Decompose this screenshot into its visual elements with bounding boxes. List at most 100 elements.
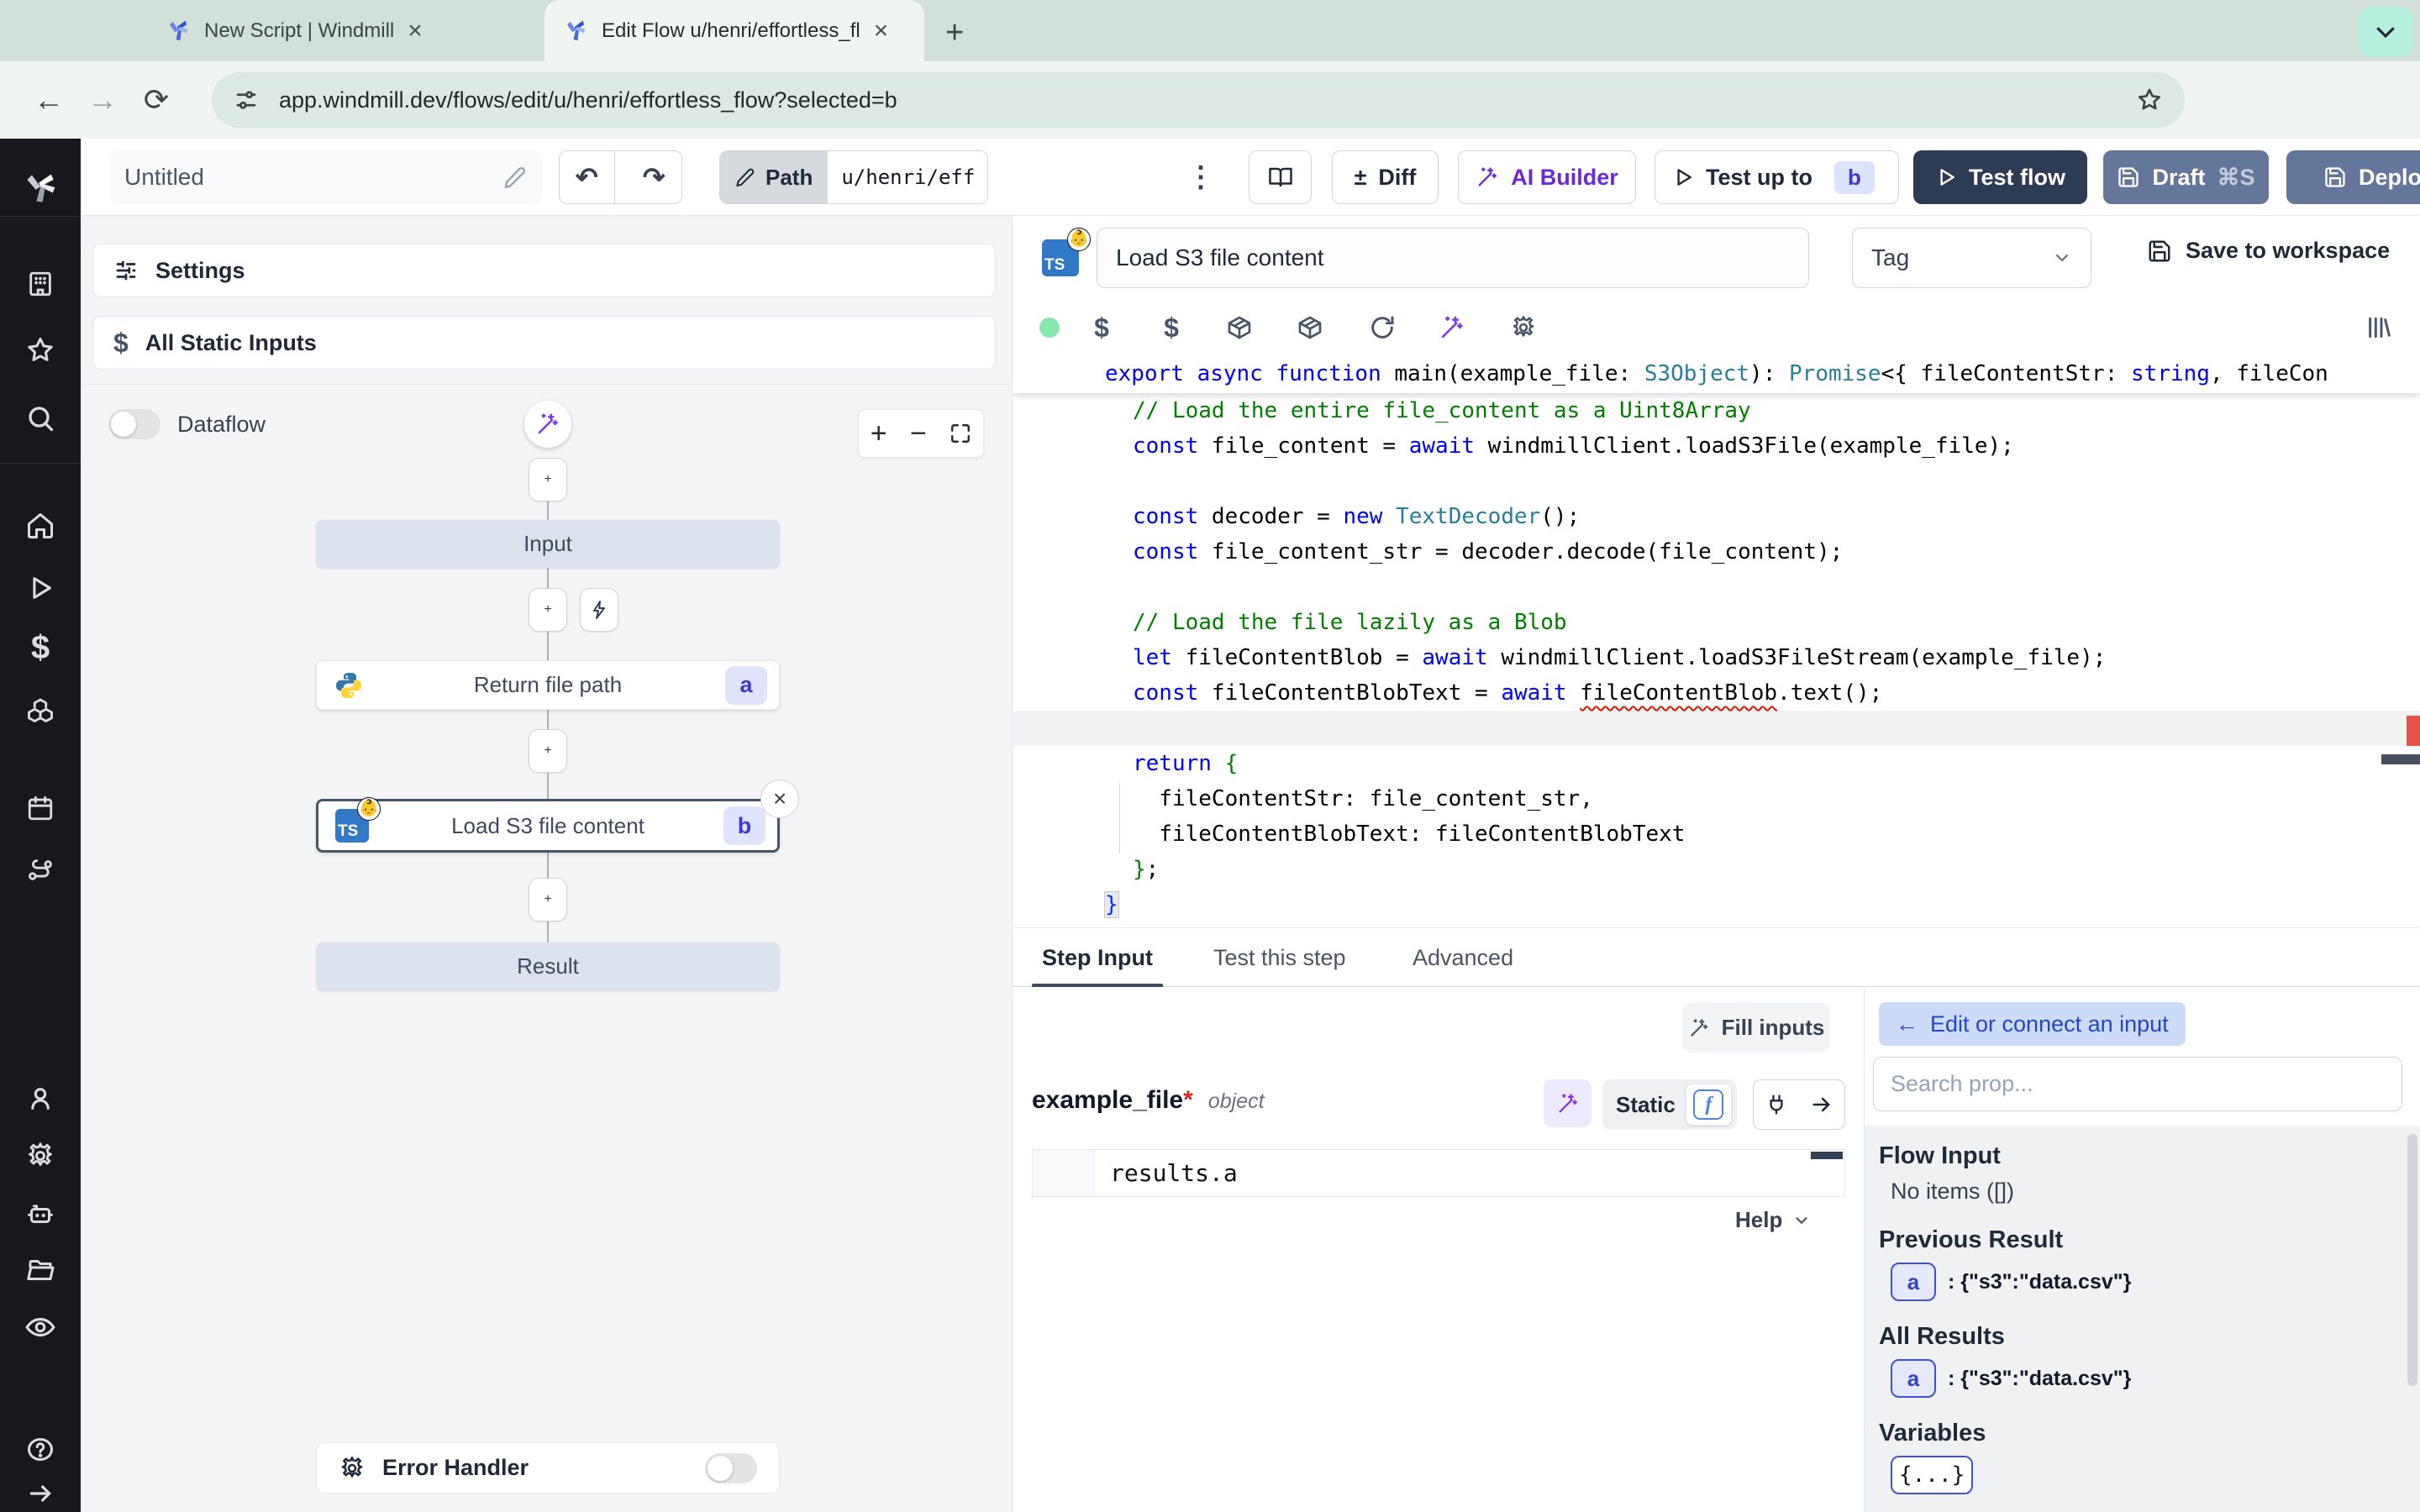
flow-name-input[interactable]: Untitled bbox=[109, 150, 542, 204]
add-step-button[interactable]: + bbox=[529, 878, 567, 921]
package-icon[interactable] bbox=[1218, 307, 1260, 348]
ai-fill-field-button[interactable] bbox=[1544, 1079, 1591, 1127]
tab-test-this-step[interactable]: Test this step bbox=[1213, 928, 1346, 987]
graph-node-b-selected[interactable]: TS👶 Load S3 file content b bbox=[316, 799, 780, 853]
result-key-pill[interactable]: a bbox=[1891, 1359, 1936, 1398]
tab-close-icon[interactable]: × bbox=[874, 17, 889, 45]
library-icon[interactable] bbox=[2357, 307, 2399, 348]
graph-node-input[interactable]: Input bbox=[316, 520, 780, 568]
users-person-icon[interactable] bbox=[0, 1079, 81, 1119]
zoom-out-button[interactable]: − bbox=[910, 417, 927, 450]
chevron-down-icon bbox=[2373, 19, 2398, 45]
flow-name-value: Untitled bbox=[124, 164, 204, 191]
draft-button[interactable]: Draft ⌘S bbox=[2103, 150, 2269, 204]
add-step-button[interactable]: + bbox=[529, 458, 567, 501]
tab-close-icon[interactable]: × bbox=[408, 17, 423, 45]
test-up-to-button[interactable]: Test up to b bbox=[1655, 150, 1899, 204]
variables-icon[interactable]: $ bbox=[0, 627, 81, 668]
redo-button[interactable]: ↷ bbox=[627, 151, 681, 203]
gear-icon[interactable] bbox=[1502, 307, 1544, 348]
connect-input-sidebar: ← Edit or connect an input Search prop..… bbox=[1864, 987, 2420, 1512]
sidebar-item-workspace[interactable] bbox=[0, 264, 81, 304]
fill-inputs-button[interactable]: Fill inputs bbox=[1682, 1003, 1830, 1053]
search-icon[interactable] bbox=[0, 398, 81, 438]
windmill-logo[interactable] bbox=[0, 168, 81, 208]
zoom-in-button[interactable]: + bbox=[871, 417, 887, 450]
new-tab-button[interactable]: + bbox=[945, 15, 964, 51]
tag-select[interactable]: Tag bbox=[1852, 228, 2091, 288]
back-icon[interactable]: ← bbox=[22, 82, 76, 118]
browser-tab-edit-flow[interactable]: Edit Flow u/henri/effortless_fl × bbox=[544, 0, 924, 61]
resources-icon[interactable] bbox=[0, 690, 81, 730]
dataflow-toggle[interactable] bbox=[108, 409, 160, 439]
props-scrollbar[interactable] bbox=[2407, 1134, 2417, 1386]
delete-node-x-button[interactable]: × bbox=[760, 780, 799, 818]
sidebar-item-favorites[interactable] bbox=[0, 330, 81, 370]
expand-arrow-icon[interactable] bbox=[0, 1473, 81, 1512]
forward-icon[interactable]: → bbox=[76, 82, 129, 118]
path-control[interactable]: Path u/henri/eff bbox=[719, 150, 988, 204]
result-key-pill[interactable]: a bbox=[1891, 1263, 1936, 1301]
ai-wand-icon[interactable] bbox=[1431, 307, 1473, 348]
triggers-route-icon[interactable] bbox=[0, 850, 81, 890]
graph-node-result[interactable]: Result bbox=[316, 942, 780, 990]
variables-dollar-icon[interactable]: $ bbox=[1081, 307, 1123, 348]
wand-sparkles-icon bbox=[1476, 165, 1499, 189]
reload-icon[interactable]: ⟳ bbox=[129, 82, 183, 118]
folder-icon[interactable] bbox=[0, 1250, 81, 1290]
bolt-icon bbox=[589, 600, 609, 620]
add-step-button[interactable]: + bbox=[529, 729, 567, 773]
add-trigger-bolt-button[interactable] bbox=[580, 588, 618, 632]
bookmark-star-icon[interactable] bbox=[2136, 87, 2163, 113]
diff-button[interactable]: ±Diff bbox=[1332, 150, 1439, 204]
add-step-button[interactable]: + bbox=[529, 588, 567, 632]
test-flow-button[interactable]: Test flow bbox=[1913, 150, 2087, 204]
chevron-down-icon bbox=[2052, 248, 2072, 268]
arrow-right-icon[interactable] bbox=[1810, 1093, 1833, 1116]
browser-tab-new-script[interactable]: New Script | Windmill × bbox=[147, 0, 513, 61]
ai-wand-button[interactable] bbox=[524, 401, 571, 448]
save-to-workspace-button[interactable]: Save to workspace bbox=[2147, 238, 2390, 264]
workers-robot-icon[interactable] bbox=[0, 1193, 81, 1233]
help-dropdown[interactable]: Help bbox=[1735, 1207, 1811, 1233]
audit-eye-icon[interactable] bbox=[0, 1307, 81, 1347]
reload-icon[interactable] bbox=[1361, 307, 1403, 348]
edit-or-connect-chip[interactable]: ← Edit or connect an input bbox=[1879, 1002, 2186, 1046]
tab-step-input[interactable]: Step Input bbox=[1042, 928, 1153, 987]
step-name-input[interactable]: Load S3 file content bbox=[1097, 228, 1809, 288]
deploy-button[interactable]: Deploy bbox=[2286, 150, 2420, 204]
site-settings-icon[interactable] bbox=[234, 87, 259, 113]
gear-icon[interactable] bbox=[0, 1136, 81, 1176]
graph-edge bbox=[547, 921, 549, 942]
error-handler-toggle[interactable] bbox=[705, 1453, 757, 1483]
code-editor[interactable]: export async function main(example_file:… bbox=[1013, 354, 2420, 927]
all-results-row[interactable]: a : {"s3":"data.csv"} bbox=[1891, 1359, 2420, 1398]
omnibox[interactable]: app.windmill.dev/flows/edit/u/henri/effo… bbox=[212, 72, 2185, 128]
more-options-kebab-icon[interactable]: ⋮ bbox=[1181, 150, 1220, 204]
fullscreen-icon[interactable] bbox=[950, 423, 971, 444]
home-icon[interactable] bbox=[0, 506, 81, 546]
search-prop-input[interactable]: Search prop... bbox=[1873, 1057, 2402, 1111]
ai-builder-button[interactable]: AI Builder bbox=[1458, 150, 1636, 204]
function-mode-pill[interactable]: f bbox=[1686, 1084, 1732, 1126]
expression-editor[interactable]: results.a bbox=[1032, 1149, 1845, 1197]
graph-node-a[interactable]: Return file path a bbox=[316, 660, 780, 710]
tab-advanced[interactable]: Advanced bbox=[1413, 928, 1513, 987]
editor-scrollbar[interactable] bbox=[2381, 754, 2420, 764]
previous-result-row[interactable]: a : {"s3":"data.csv"} bbox=[1891, 1263, 2420, 1301]
package-icon[interactable] bbox=[1289, 307, 1331, 348]
variables-pill[interactable]: {...} bbox=[1891, 1456, 1973, 1494]
variables-row[interactable]: {...} bbox=[1891, 1456, 2420, 1494]
tab-search-button[interactable] bbox=[2358, 7, 2413, 57]
plug-icon[interactable] bbox=[1765, 1093, 1788, 1116]
runs-icon[interactable] bbox=[0, 568, 81, 608]
undo-button[interactable]: ↶ bbox=[560, 151, 615, 203]
help-icon[interactable] bbox=[0, 1431, 81, 1471]
static-toggle-group[interactable]: Static f bbox=[1602, 1079, 1737, 1130]
flow-settings-button[interactable]: Settings bbox=[92, 244, 996, 297]
schedules-calendar-icon[interactable] bbox=[0, 788, 81, 828]
all-static-inputs-button[interactable]: $ All Static Inputs bbox=[92, 316, 996, 370]
resources-dollar-icon[interactable]: $ bbox=[1150, 307, 1192, 348]
error-handler-row[interactable]: Error Handler bbox=[316, 1442, 780, 1494]
docs-book-button[interactable] bbox=[1249, 150, 1312, 204]
